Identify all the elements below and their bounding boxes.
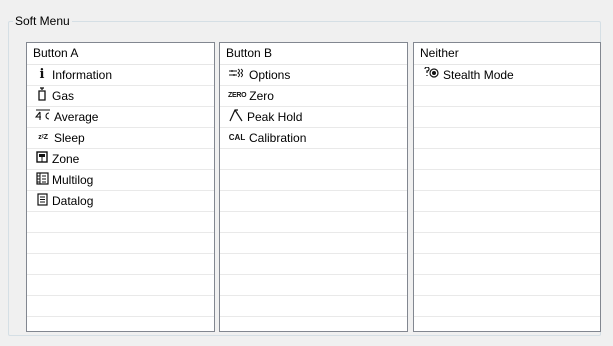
empty-row — [414, 275, 600, 296]
empty-row — [414, 128, 600, 149]
list-item-label: Stealth Mode — [443, 68, 514, 82]
neither-list[interactable]: Neither Stealth Mode — [413, 42, 601, 332]
stealth-mode-icon — [422, 66, 440, 83]
list-item-label: Calibration — [249, 131, 307, 145]
zero-icon: ZERO — [228, 92, 247, 99]
empty-row — [27, 254, 214, 275]
list-item-datalog[interactable]: Datalog — [27, 191, 214, 212]
soft-menu-title: Soft Menu — [13, 13, 72, 29]
list-item-label: Options — [249, 68, 291, 82]
list-item-label: Gas — [52, 89, 75, 103]
empty-row — [414, 296, 600, 317]
information-icon: i — [39, 67, 45, 82]
list-item-multilog[interactable]: Multilog — [27, 170, 214, 191]
empty-row — [27, 317, 214, 331]
list-item-sleep[interactable]: zᶻZ Sleep — [27, 128, 214, 149]
list-item-information[interactable]: i Information — [27, 65, 214, 86]
button-a-list[interactable]: Button A i Information Gas Average zᶻZ S… — [26, 42, 215, 332]
calibration-icon: CAL — [228, 133, 246, 142]
empty-row — [220, 233, 407, 254]
list-item-label: Multilog — [52, 173, 94, 187]
button-b-header: Button B — [220, 43, 407, 65]
empty-row — [27, 233, 214, 254]
gas-icon — [35, 87, 49, 105]
empty-row — [414, 170, 600, 191]
empty-row — [414, 191, 600, 212]
list-item-zone[interactable]: Zone — [27, 149, 214, 170]
empty-row — [27, 212, 214, 233]
sleep-icon: zᶻZ — [38, 134, 48, 141]
average-icon — [34, 109, 51, 125]
list-item-average[interactable]: Average — [27, 107, 214, 128]
empty-row — [414, 149, 600, 170]
empty-row — [220, 317, 407, 331]
list-item-label: Datalog — [52, 194, 94, 208]
list-item-peak-hold[interactable]: Peak Hold — [220, 107, 407, 128]
list-item-label: Average — [54, 110, 99, 124]
list-item-calibration[interactable]: CAL Calibration — [220, 128, 407, 149]
peak-hold-icon — [228, 108, 244, 126]
list-item-label: Sleep — [54, 131, 85, 145]
empty-row — [414, 254, 600, 275]
list-item-label: Zero — [249, 89, 274, 103]
list-item-zero[interactable]: ZERO Zero — [220, 86, 407, 107]
empty-row — [220, 149, 407, 170]
empty-row — [414, 107, 600, 128]
list-item-options[interactable]: Options — [220, 65, 407, 86]
empty-row — [220, 296, 407, 317]
empty-row — [27, 296, 214, 317]
multilog-icon — [35, 171, 49, 189]
empty-row — [414, 86, 600, 107]
empty-row — [220, 212, 407, 233]
button-a-header: Button A — [27, 43, 214, 65]
datalog-icon — [35, 192, 49, 210]
list-item-label: Zone — [52, 152, 80, 166]
empty-row — [27, 275, 214, 296]
list-item-gas[interactable]: Gas — [27, 86, 214, 107]
list-item-label: Peak Hold — [247, 110, 303, 124]
list-item-stealth-mode[interactable]: Stealth Mode — [414, 65, 600, 86]
button-b-list[interactable]: Button B Options ZERO Zero Peak Hold CAL… — [219, 42, 408, 332]
neither-header: Neither — [414, 43, 600, 65]
list-item-label: Information — [52, 68, 113, 82]
empty-row — [220, 275, 407, 296]
empty-row — [414, 233, 600, 254]
empty-row — [220, 170, 407, 191]
empty-row — [220, 191, 407, 212]
empty-row — [414, 212, 600, 233]
zone-icon — [35, 151, 49, 167]
options-icon — [228, 68, 246, 82]
empty-row — [220, 254, 407, 275]
